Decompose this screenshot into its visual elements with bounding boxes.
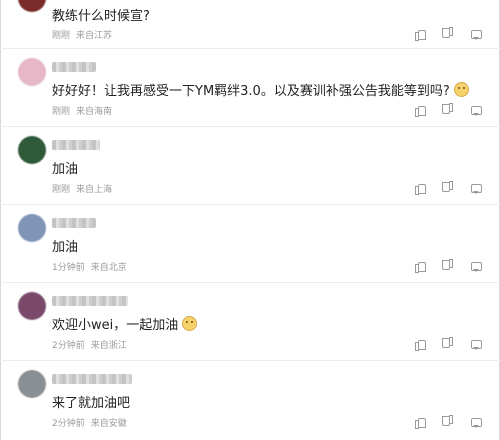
thumb-down-icon[interactable]	[442, 182, 454, 194]
comment-meta: 2分钟前 来自安徽	[52, 416, 127, 429]
thumb-up-icon[interactable]	[414, 260, 426, 273]
comment-text: 好好好！让我再感受一下YM羁绊3.0。以及赛训补强公告我能等到吗?	[52, 80, 469, 99]
thumb-down-icon[interactable]	[442, 104, 454, 116]
avatar[interactable]	[18, 136, 46, 164]
comment-time: 刚刚	[52, 107, 71, 117]
comment-text: 教练什么时候宣?	[52, 9, 150, 24]
thumb-down-icon[interactable]	[442, 260, 454, 272]
comment-text: 欢迎小wei，一起加油	[52, 314, 198, 333]
thumb-down-icon[interactable]	[442, 338, 454, 350]
comment-location: 来自北京	[90, 263, 127, 273]
comment-location: 来自海南	[76, 107, 113, 117]
username-blurred[interactable]	[52, 140, 100, 150]
reply-icon[interactable]	[470, 416, 482, 428]
comment-meta: 刚刚 来自江苏	[52, 28, 112, 41]
comment-actions	[414, 416, 482, 429]
comment-item: 欢迎小wei，一起加油 2分钟前 来自浙江	[0, 282, 500, 361]
reply-icon[interactable]	[470, 260, 482, 272]
comment-meta: 刚刚 来自上海	[52, 182, 112, 195]
comment-actions	[414, 28, 482, 41]
comment-time: 2分钟前	[52, 341, 85, 351]
thumb-down-icon[interactable]	[442, 416, 454, 428]
avatar[interactable]	[18, 214, 46, 242]
comment-item: 教练什么时候宣? 刚刚 来自江苏	[0, 0, 500, 49]
thumb-up-icon[interactable]	[414, 182, 426, 195]
thumb-down-icon[interactable]	[442, 28, 454, 40]
comment-text: 来了就加油吧	[52, 396, 131, 411]
comment-text-content: 好好好！让我再感受一下YM羁绊3.0。以及赛训补强公告我能等到吗?	[52, 84, 450, 99]
avatar[interactable]	[18, 0, 46, 12]
comment-location: 来自安徽	[90, 419, 127, 429]
comment-time: 2分钟前	[52, 419, 85, 429]
comment-text-content: 欢迎小wei，一起加油	[52, 318, 179, 333]
laugh-emoji-icon	[182, 316, 198, 331]
comment-time: 刚刚	[52, 31, 71, 41]
comment-item: 好好好！让我再感受一下YM羁绊3.0。以及赛训补强公告我能等到吗? 刚刚 来自海南	[0, 48, 500, 127]
comment-actions	[414, 104, 482, 117]
comment-actions	[414, 338, 482, 351]
comment-meta: 1分钟前 来自北京	[52, 260, 127, 273]
smile-emoji-icon	[453, 82, 469, 97]
username-blurred[interactable]	[52, 374, 132, 384]
thumb-up-icon[interactable]	[414, 104, 426, 117]
comment-time: 刚刚	[52, 185, 71, 195]
avatar[interactable]	[18, 370, 46, 398]
comment-item: 加油 刚刚 来自上海	[0, 126, 500, 205]
username-blurred[interactable]	[52, 296, 128, 306]
comment-actions	[414, 182, 482, 195]
username-blurred[interactable]	[52, 218, 96, 228]
comment-location: 来自上海	[76, 185, 113, 195]
comment-time: 1分钟前	[52, 263, 85, 273]
reply-icon[interactable]	[470, 104, 482, 116]
reply-icon[interactable]	[470, 28, 482, 40]
comment-location: 来自江苏	[76, 31, 113, 41]
comment-item: 加油 1分钟前 来自北京	[0, 204, 500, 283]
comment-location: 来自浙江	[90, 341, 127, 351]
thumb-up-icon[interactable]	[414, 28, 426, 41]
reply-icon[interactable]	[470, 338, 482, 350]
comment-text: 加油	[52, 240, 79, 255]
comment-item: 来了就加油吧 2分钟前 来自安徽	[0, 360, 500, 440]
avatar[interactable]	[18, 292, 46, 320]
comment-actions	[414, 260, 482, 273]
avatar[interactable]	[18, 58, 46, 86]
username-blurred[interactable]	[52, 62, 96, 72]
thumb-up-icon[interactable]	[414, 338, 426, 351]
comment-text: 加油	[52, 162, 79, 177]
comment-meta: 刚刚 来自海南	[52, 104, 112, 117]
thumb-up-icon[interactable]	[414, 416, 426, 429]
reply-icon[interactable]	[470, 182, 482, 194]
comment-meta: 2分钟前 来自浙江	[52, 338, 127, 351]
